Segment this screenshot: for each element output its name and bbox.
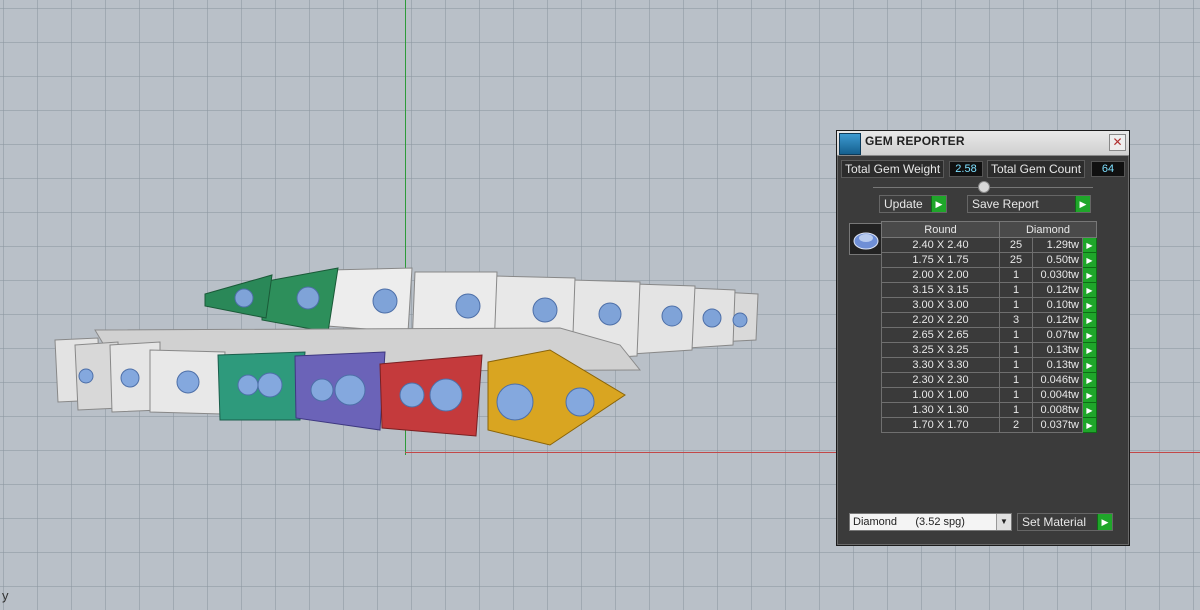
row-select-icon[interactable]: ▶ bbox=[1082, 282, 1097, 298]
save-report-button[interactable]: Save Report ▶ bbox=[967, 195, 1091, 213]
row-select-icon[interactable]: ▶ bbox=[1082, 297, 1097, 313]
table-row[interactable]: 3.15 X 3.15 1 0.12tw ▶ bbox=[881, 282, 1097, 298]
gem-weight-cell: 0.046tw bbox=[1032, 372, 1083, 388]
save-report-button-label: Save Report bbox=[972, 197, 1039, 211]
gem-count-cell: 25 bbox=[999, 252, 1033, 268]
set-material-button-label: Set Material bbox=[1022, 515, 1087, 529]
gem-reporter-app-icon bbox=[839, 133, 861, 155]
play-icon: ▶ bbox=[1075, 196, 1090, 212]
shape-header: Round bbox=[881, 221, 1000, 238]
material-header: Diamond bbox=[999, 221, 1097, 238]
gem-size-cell: 2.00 X 2.00 bbox=[881, 267, 1000, 283]
table-row[interactable]: 1.00 X 1.00 1 0.004tw ▶ bbox=[881, 387, 1097, 403]
axis-corner-label: y bbox=[2, 588, 9, 603]
gem-size-cell: 1.75 X 1.75 bbox=[881, 252, 1000, 268]
table-row[interactable]: 1.75 X 1.75 25 0.50tw ▶ bbox=[881, 252, 1097, 268]
row-select-icon[interactable]: ▶ bbox=[1082, 342, 1097, 358]
gem-count-cell: 1 bbox=[999, 342, 1033, 358]
gem-size-cell: 1.70 X 1.70 bbox=[881, 417, 1000, 433]
set-material-button[interactable]: Set Material ▶ bbox=[1017, 513, 1113, 531]
total-gem-weight-value: 2.58 bbox=[949, 161, 983, 177]
gem-weight-cell: 1.29tw bbox=[1032, 237, 1083, 253]
gem-size-cell: 3.25 X 3.25 bbox=[881, 342, 1000, 358]
total-gem-count-label: Total Gem Count bbox=[987, 160, 1086, 178]
table-row[interactable]: 2.20 X 2.20 3 0.12tw ▶ bbox=[881, 312, 1097, 328]
gem-size-cell: 3.30 X 3.30 bbox=[881, 357, 1000, 373]
row-select-icon[interactable]: ▶ bbox=[1082, 327, 1097, 343]
gem-weight-cell: 0.13tw bbox=[1032, 357, 1083, 373]
table-row[interactable]: 1.70 X 1.70 2 0.037tw ▶ bbox=[881, 417, 1097, 433]
gem-size-cell: 2.20 X 2.20 bbox=[881, 312, 1000, 328]
gem-size-cell: 2.30 X 2.30 bbox=[881, 372, 1000, 388]
gem-reporter-panel: GEM REPORTER ✕ Total Gem Weight 2.58 Tot… bbox=[836, 130, 1130, 546]
gem-count-cell: 25 bbox=[999, 237, 1033, 253]
gem-weight-cell: 0.037tw bbox=[1032, 417, 1083, 433]
material-dropdown-value: Diamond (3.52 spg) bbox=[853, 516, 965, 528]
gem-count-cell: 1 bbox=[999, 357, 1033, 373]
table-row[interactable]: 2.65 X 2.65 1 0.07tw ▶ bbox=[881, 327, 1097, 343]
total-gem-weight-label: Total Gem Weight bbox=[841, 160, 945, 178]
row-select-icon[interactable]: ▶ bbox=[1082, 312, 1097, 328]
panel-titlebar[interactable]: GEM REPORTER ✕ bbox=[837, 131, 1129, 156]
close-icon[interactable]: ✕ bbox=[1109, 134, 1126, 151]
gem-count-cell: 2 bbox=[999, 417, 1033, 433]
material-dropdown[interactable]: Diamond (3.52 spg) ▼ bbox=[849, 513, 1012, 531]
gem-weight-cell: 0.12tw bbox=[1032, 312, 1083, 328]
table-row[interactable]: 2.00 X 2.00 1 0.030tw ▶ bbox=[881, 267, 1097, 283]
gem-weight-cell: 0.13tw bbox=[1032, 342, 1083, 358]
panel-title: GEM REPORTER bbox=[865, 134, 965, 148]
gem-preview-icon[interactable] bbox=[849, 223, 883, 255]
row-select-icon[interactable]: ▶ bbox=[1082, 267, 1097, 283]
gem-size-cell: 3.00 X 3.00 bbox=[881, 297, 1000, 313]
gem-weight-cell: 0.07tw bbox=[1032, 327, 1083, 343]
gem-weight-cell: 0.008tw bbox=[1032, 402, 1083, 418]
gem-weight-cell: 0.50tw bbox=[1032, 252, 1083, 268]
row-select-icon[interactable]: ▶ bbox=[1082, 417, 1097, 433]
total-gem-count-value: 64 bbox=[1091, 161, 1125, 177]
gem-weight-cell: 0.030tw bbox=[1032, 267, 1083, 283]
gem-count-cell: 1 bbox=[999, 372, 1033, 388]
gem-count-cell: 1 bbox=[999, 402, 1033, 418]
gem-size-cell: 1.00 X 1.00 bbox=[881, 387, 1000, 403]
gem-count-cell: 1 bbox=[999, 297, 1033, 313]
gem-weight-cell: 0.10tw bbox=[1032, 297, 1083, 313]
gem-weight-cell: 0.12tw bbox=[1032, 282, 1083, 298]
gem-size-cell: 1.30 X 1.30 bbox=[881, 402, 1000, 418]
row-select-icon[interactable]: ▶ bbox=[1082, 357, 1097, 373]
gem-size-cell: 2.65 X 2.65 bbox=[881, 327, 1000, 343]
row-select-icon[interactable]: ▶ bbox=[1082, 387, 1097, 403]
row-select-icon[interactable]: ▶ bbox=[1082, 372, 1097, 388]
row-select-icon[interactable]: ▶ bbox=[1082, 402, 1097, 418]
gem-count-cell: 1 bbox=[999, 327, 1033, 343]
play-icon: ▶ bbox=[931, 196, 946, 212]
row-select-icon[interactable]: ▶ bbox=[1082, 237, 1097, 253]
update-button-label: Update bbox=[884, 197, 923, 211]
gem-table: Round Diamond 2.40 X 2.40 25 1.29tw ▶ 1.75 X… bbox=[881, 221, 1097, 433]
table-row[interactable]: 2.30 X 2.30 1 0.046tw ▶ bbox=[881, 372, 1097, 388]
gem-count-cell: 3 bbox=[999, 312, 1033, 328]
gem-size-cell: 2.40 X 2.40 bbox=[881, 237, 1000, 253]
update-button[interactable]: Update ▶ bbox=[879, 195, 947, 213]
table-row[interactable]: 3.00 X 3.00 1 0.10tw ▶ bbox=[881, 297, 1097, 313]
table-row[interactable]: 3.25 X 3.25 1 0.13tw ▶ bbox=[881, 342, 1097, 358]
gem-count-cell: 1 bbox=[999, 267, 1033, 283]
table-row[interactable]: 1.30 X 1.30 1 0.008tw ▶ bbox=[881, 402, 1097, 418]
panel-slider-knob[interactable] bbox=[978, 181, 990, 193]
gem-count-cell: 1 bbox=[999, 387, 1033, 403]
gem-count-cell: 1 bbox=[999, 282, 1033, 298]
gem-size-cell: 3.15 X 3.15 bbox=[881, 282, 1000, 298]
table-row[interactable]: 2.40 X 2.40 25 1.29tw ▶ bbox=[881, 237, 1097, 253]
chevron-down-icon[interactable]: ▼ bbox=[996, 514, 1011, 530]
table-row[interactable]: 3.30 X 3.30 1 0.13tw ▶ bbox=[881, 357, 1097, 373]
gem-weight-cell: 0.004tw bbox=[1032, 387, 1083, 403]
play-icon: ▶ bbox=[1097, 514, 1112, 530]
row-select-icon[interactable]: ▶ bbox=[1082, 252, 1097, 268]
